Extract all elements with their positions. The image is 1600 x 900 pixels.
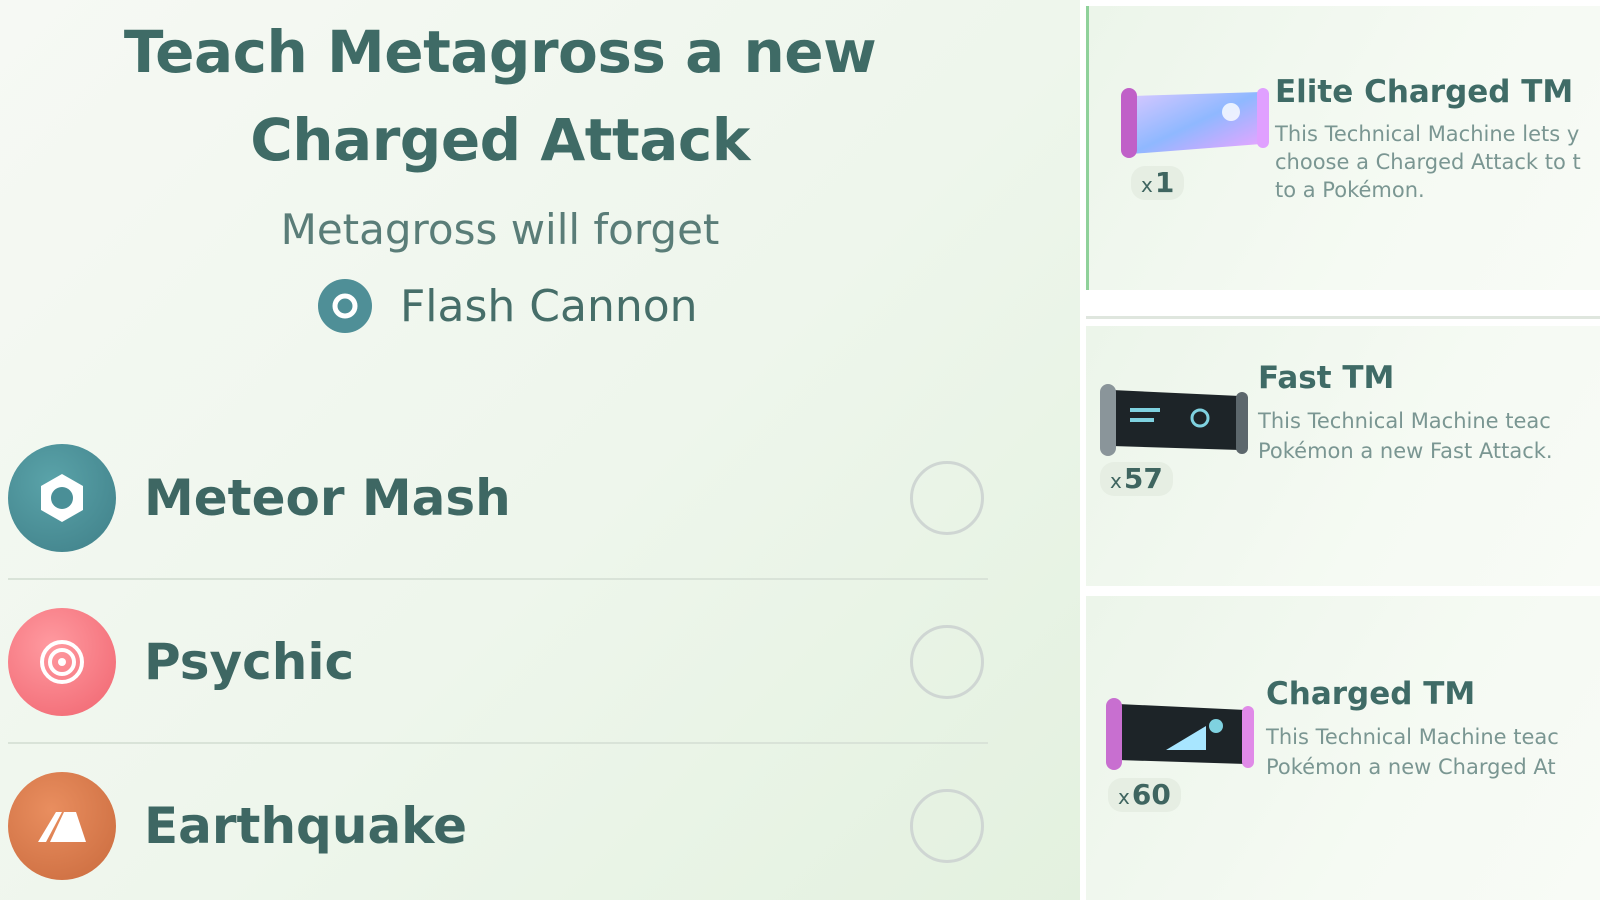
item-charged-tm[interactable]: x60 Charged TM This Technical Machine te…: [1086, 596, 1600, 900]
item-description: This Technical Machine teac Pokémon a ne…: [1258, 409, 1553, 463]
move-name: Earthquake: [144, 797, 467, 855]
move-option-earthquake[interactable]: Earthquake: [8, 744, 988, 900]
divider: [1086, 316, 1600, 319]
move-radio[interactable]: [910, 625, 984, 699]
item-elite-charged-tm[interactable]: x1 Elite Charged TM This Technical Machi…: [1086, 6, 1600, 290]
steel-type-icon: [318, 279, 372, 333]
item-count: x1: [1131, 166, 1185, 200]
move-option-psychic[interactable]: Psychic: [8, 580, 988, 744]
psychic-type-icon: [8, 608, 116, 716]
fast-tm-icon: [1100, 384, 1248, 456]
move-name: Meteor Mash: [144, 469, 511, 527]
forget-move: Flash Cannon: [318, 276, 698, 336]
item-list: x1 Elite Charged TM This Technical Machi…: [1080, 0, 1600, 900]
item-title: Charged TM: [1266, 676, 1476, 712]
forget-label: Metagross will forget: [280, 205, 720, 254]
ground-type-icon: [8, 772, 116, 880]
item-title: Elite Charged TM: [1275, 74, 1574, 110]
forget-move-name: Flash Cannon: [400, 280, 698, 332]
move-radio[interactable]: [910, 789, 984, 863]
item-fast-tm[interactable]: x57 Fast TM This Technical Machine teac …: [1086, 326, 1600, 586]
item-description: This Technical Machine lets y choose a C…: [1275, 122, 1581, 202]
item-count: x60: [1108, 778, 1181, 812]
item-description: This Technical Machine teac Pokémon a ne…: [1266, 725, 1559, 779]
move-radio[interactable]: [910, 461, 984, 535]
item-title: Fast TM: [1258, 360, 1395, 396]
page-title: Teach Metagross a new Charged Attack: [123, 18, 877, 174]
steel-type-icon: [8, 444, 116, 552]
move-option-meteor-mash[interactable]: Meteor Mash: [8, 416, 988, 580]
item-count: x57: [1100, 462, 1173, 496]
teach-move-panel: Teach Metagross a new Charged Attack Met…: [0, 0, 1080, 900]
move-name: Psychic: [144, 633, 355, 691]
elite-tm-icon: [1121, 88, 1269, 158]
charged-tm-icon: [1106, 698, 1254, 770]
